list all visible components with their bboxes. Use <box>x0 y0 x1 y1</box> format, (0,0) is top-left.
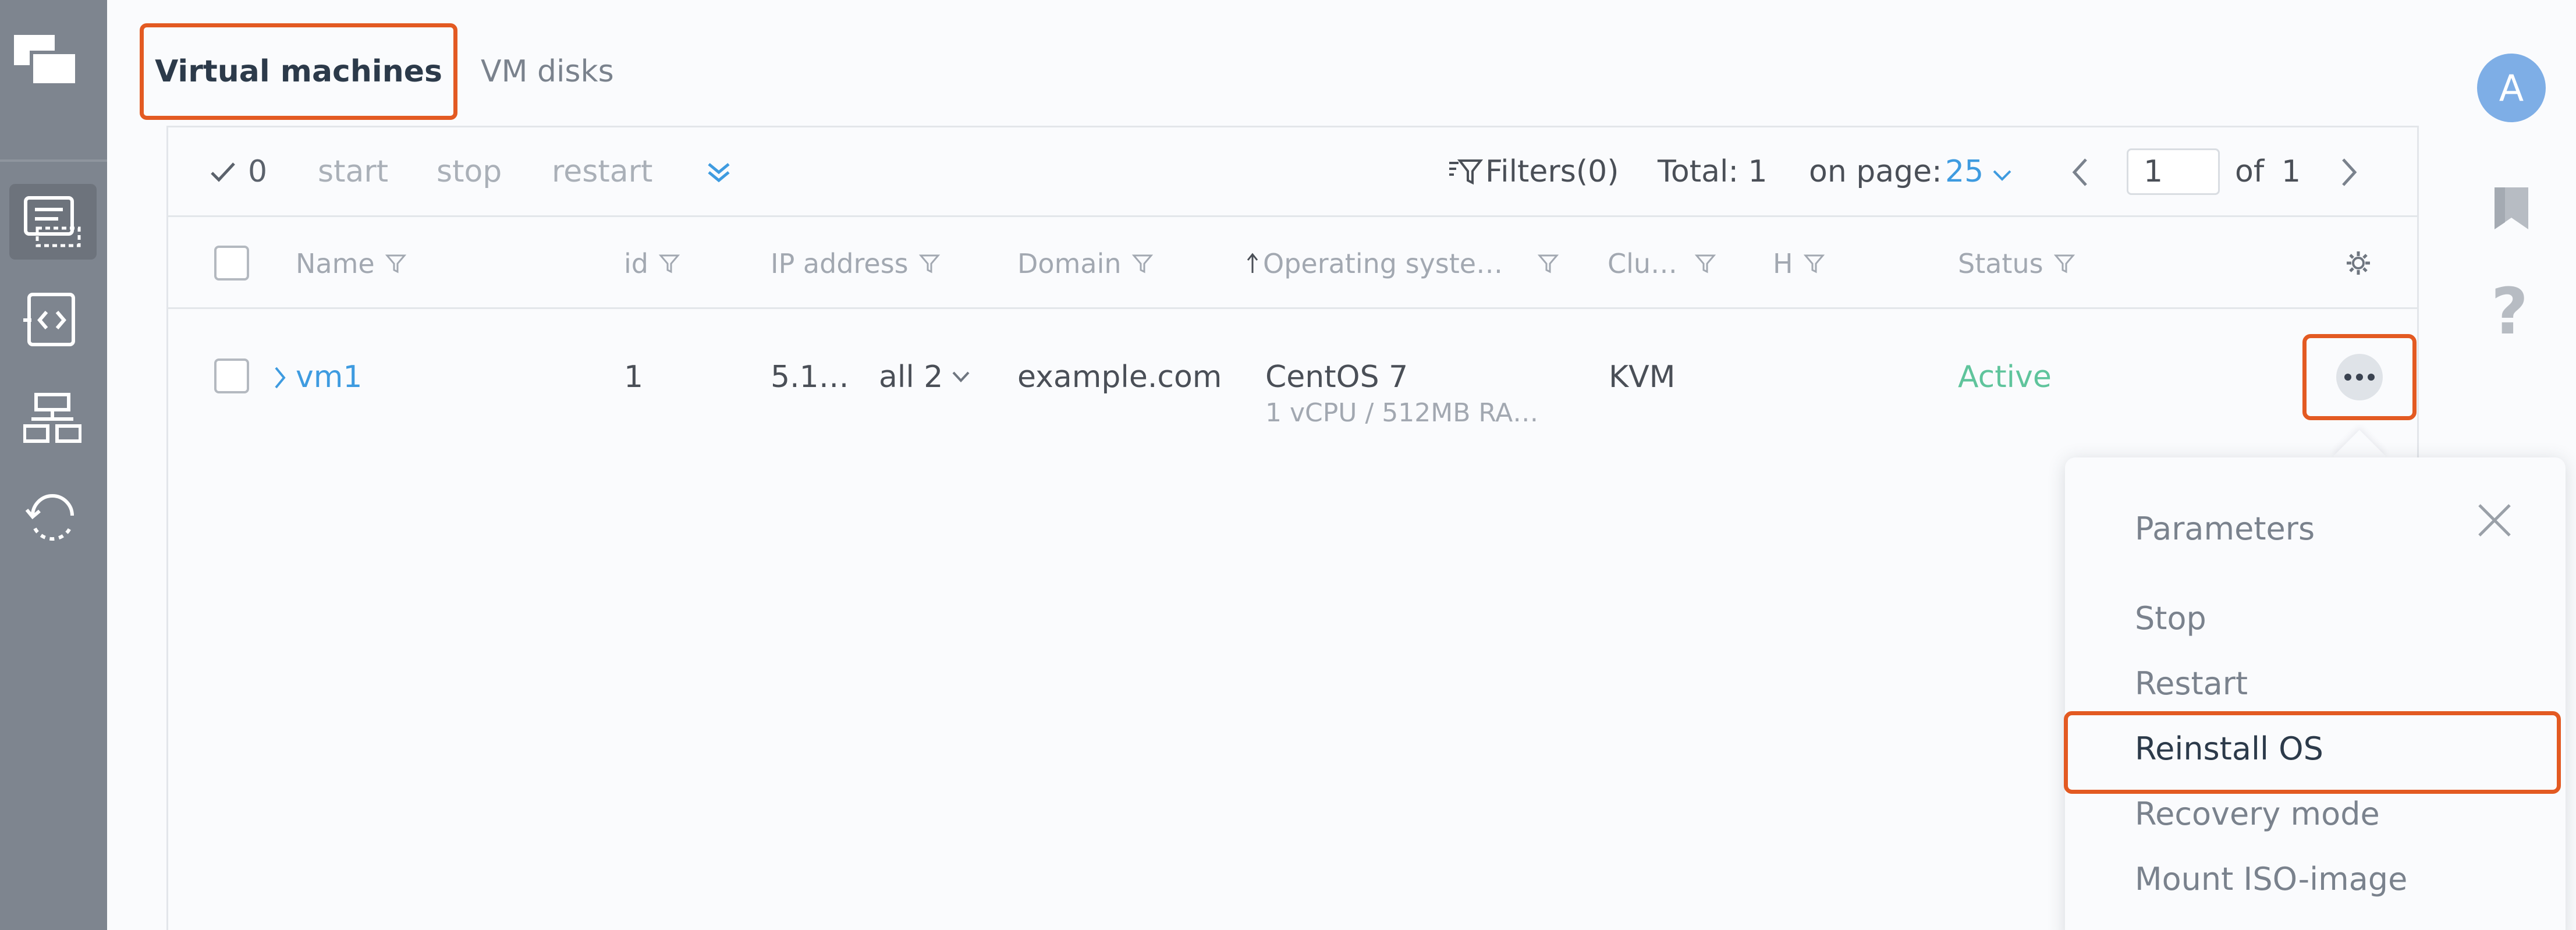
col-header-id[interactable]: id <box>624 243 680 284</box>
total-count: Total: 1 <box>1658 154 1768 189</box>
menu-item-stop[interactable]: Stop <box>2135 595 2206 641</box>
select-all-checkbox[interactable] <box>214 246 249 281</box>
close-icon[interactable] <box>2476 502 2513 541</box>
more-actions-icon[interactable] <box>704 157 733 189</box>
vm-code-icon[interactable] <box>23 291 81 349</box>
col-header-os[interactable]: Operating syste… <box>1246 243 1559 284</box>
col-header-ip[interactable]: IP address <box>771 243 940 284</box>
filters-label: Filters(0) <box>1485 154 1619 189</box>
vm-list-icon[interactable] <box>23 196 81 248</box>
row-actions-button[interactable] <box>2302 334 2417 420</box>
more-dots-icon <box>2336 354 2383 400</box>
help-icon[interactable]: ? <box>2491 279 2528 343</box>
sidebar <box>0 0 107 930</box>
backup-icon[interactable] <box>23 492 81 545</box>
filter-icon[interactable] <box>1131 253 1153 274</box>
start-button[interactable]: start <box>318 148 388 195</box>
filters-button[interactable]: Filters(0) <box>1448 148 1619 195</box>
tab-virtual-machines[interactable]: Virtual machines <box>140 23 457 120</box>
toolbar-divider <box>166 215 2419 217</box>
col-header-host[interactable]: H <box>1773 243 1825 284</box>
on-page-label: on page: <box>1809 154 1942 189</box>
page-total: 1 <box>2282 154 2301 189</box>
col-header-cluster[interactable]: Clu… <box>1608 243 1716 284</box>
next-page-icon[interactable] <box>2337 156 2361 191</box>
selected-count-value: 0 <box>248 154 268 189</box>
filter-icon[interactable] <box>1803 253 1825 274</box>
menu-item-reinstall-os[interactable]: Reinstall OS <box>2135 725 2323 772</box>
vm-cluster: KVM <box>1609 360 1676 395</box>
prev-page-icon[interactable] <box>2068 156 2092 191</box>
chevron-down-icon[interactable] <box>1990 166 2014 186</box>
gear-icon[interactable] <box>2346 250 2371 278</box>
menu-item-mount-iso[interactable]: Mount ISO-image <box>2135 856 2407 902</box>
avatar[interactable]: A <box>2477 54 2546 122</box>
page-number-input[interactable]: 1 <box>2127 148 2220 195</box>
menu-item-recovery-mode[interactable]: Recovery mode <box>2135 790 2380 837</box>
chevron-right-icon[interactable] <box>272 364 288 393</box>
vm-domain: example.com <box>1017 360 1222 395</box>
header-divider <box>166 307 2419 309</box>
ip-more-select[interactable]: all 2 <box>879 355 943 399</box>
network-icon[interactable] <box>23 392 81 445</box>
filter-icon <box>1449 159 1483 185</box>
chevron-down-icon[interactable] <box>951 370 971 386</box>
filter-icon[interactable] <box>385 253 406 274</box>
bookmark-icon[interactable] <box>2492 185 2531 234</box>
tab-vm-disks[interactable]: VM disks <box>481 23 614 120</box>
selected-count: 0 <box>210 148 267 195</box>
of-label: of <box>2235 154 2265 189</box>
filter-icon[interactable] <box>918 253 940 274</box>
vm-ip: 5.1… <box>771 360 849 395</box>
vm-id: 1 <box>624 360 644 395</box>
stop-button[interactable]: stop <box>437 148 502 195</box>
filter-icon[interactable] <box>658 253 680 274</box>
col-header-domain[interactable]: Domain <box>1017 243 1153 284</box>
on-page-select[interactable]: 25 <box>1945 148 1984 195</box>
col-header-status[interactable]: Status <box>1958 243 2075 284</box>
vm-resources: 1 vCPU / 512MB RA… <box>1265 398 1539 428</box>
filter-icon[interactable] <box>2053 253 2075 274</box>
status-badge: Active <box>1958 360 2052 395</box>
filter-icon[interactable] <box>1538 253 1559 274</box>
col-header-name[interactable]: Name <box>296 243 406 284</box>
vm-name-link[interactable]: vm1 <box>296 355 363 399</box>
restart-button[interactable]: restart <box>552 148 652 195</box>
sort-asc-icon <box>1247 253 1258 273</box>
filter-icon[interactable] <box>1695 253 1716 274</box>
windows-icon[interactable] <box>14 35 79 87</box>
row-checkbox[interactable] <box>214 358 249 393</box>
menu-item-restart[interactable]: Restart <box>2135 660 2248 707</box>
vm-os: CentOS 7 <box>1265 360 1408 395</box>
menu-item-parameters[interactable]: Parameters <box>2135 505 2315 552</box>
